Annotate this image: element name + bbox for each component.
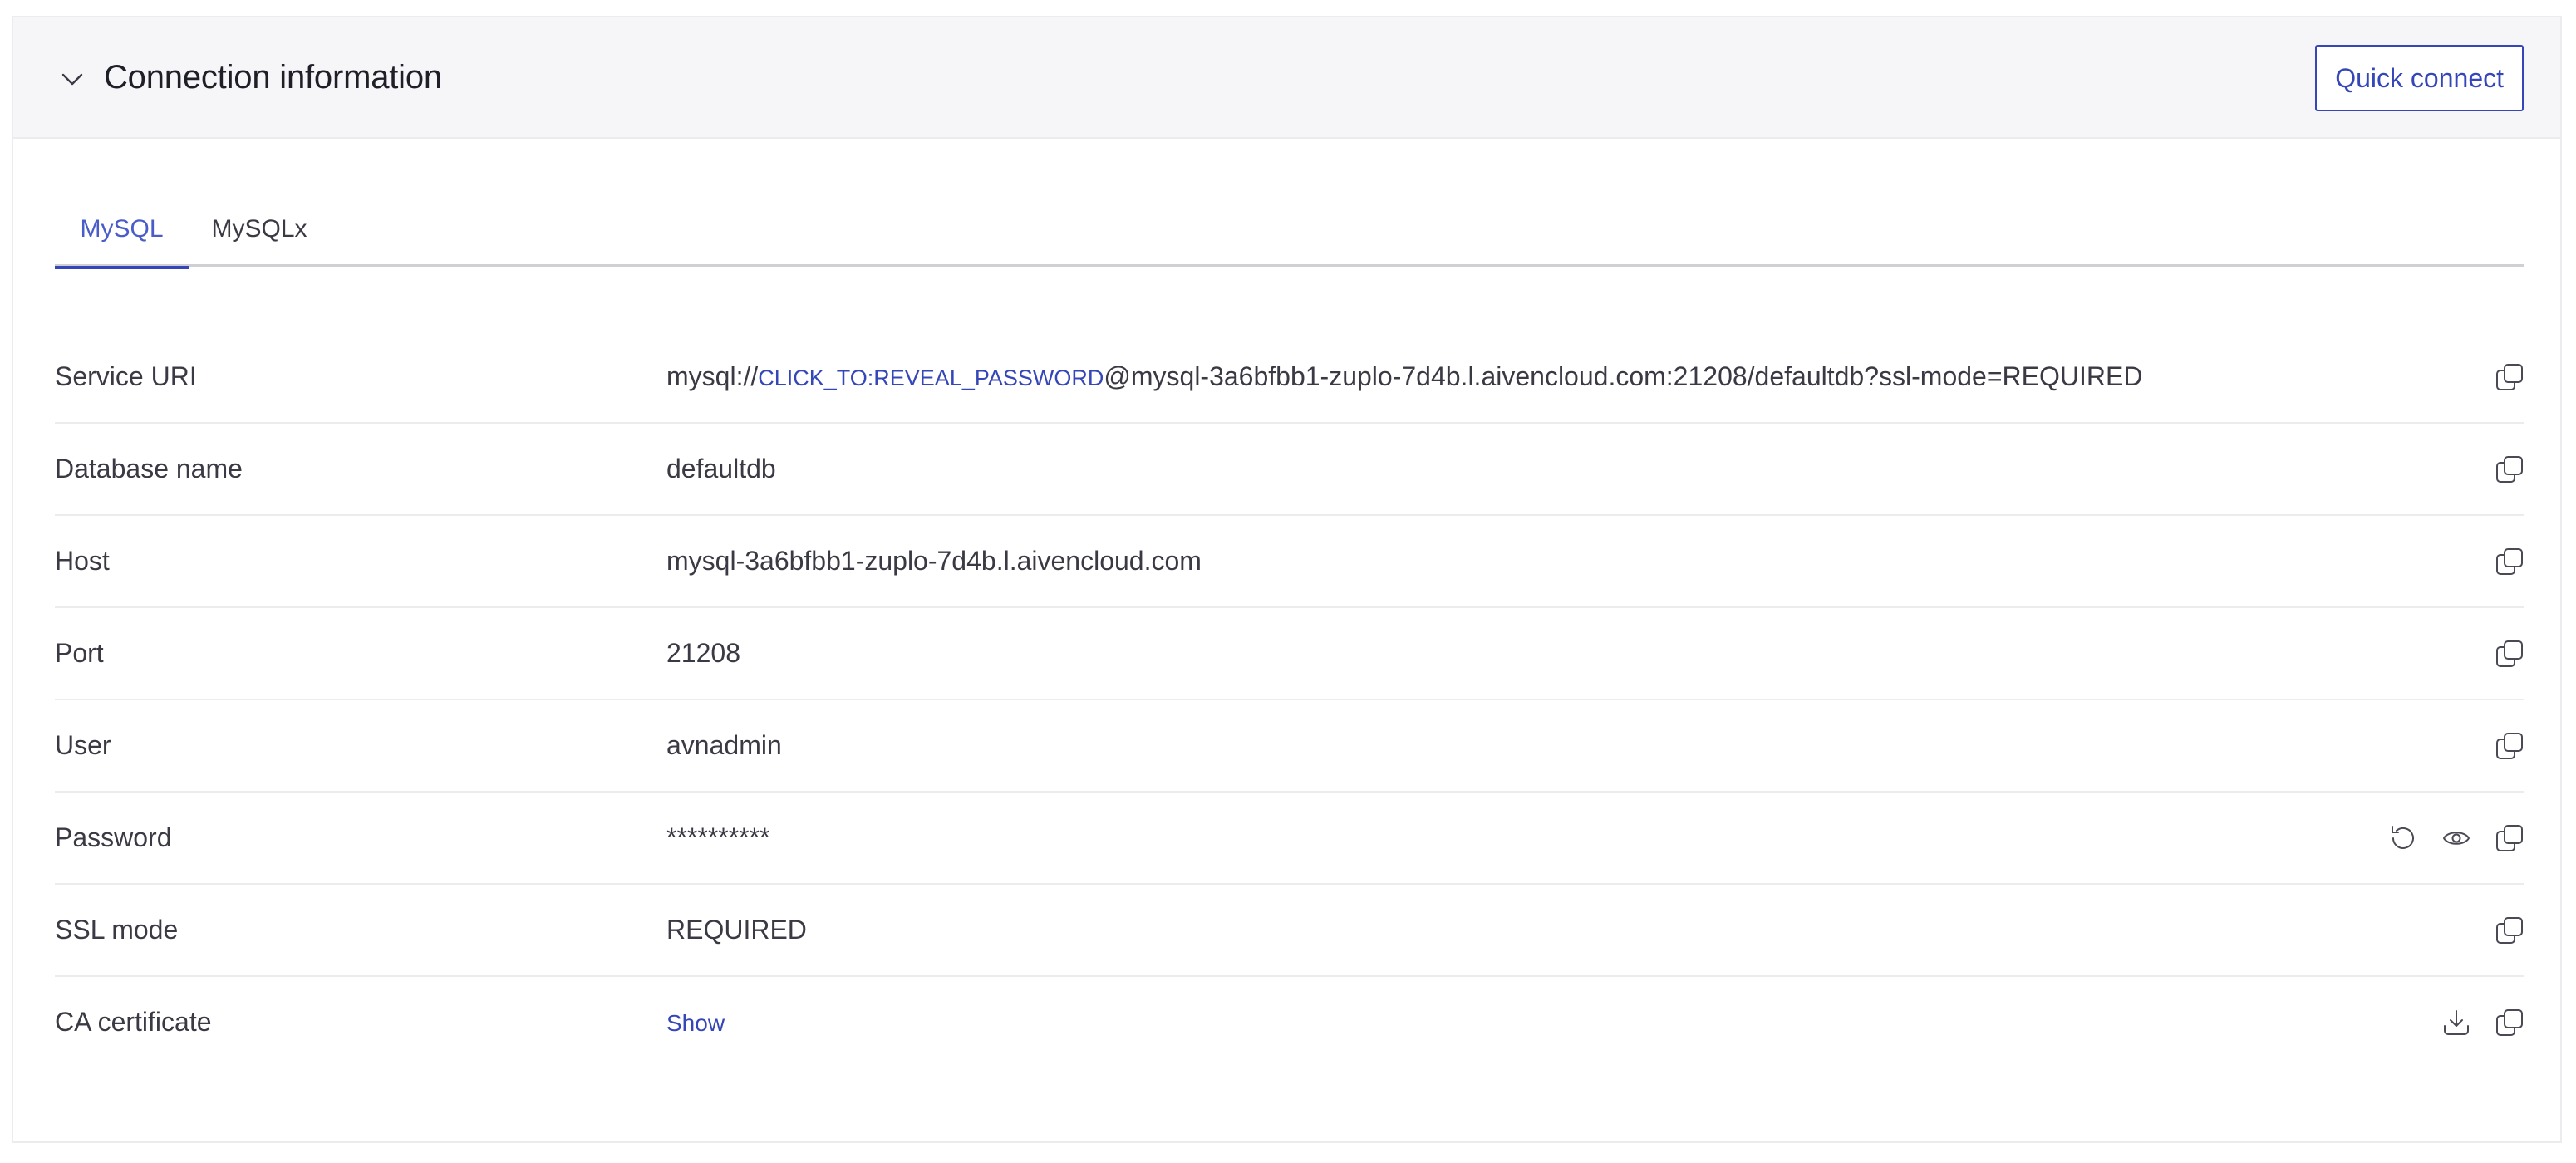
quick-connect-button[interactable]: Quick connect (2315, 45, 2524, 111)
copy-icon[interactable] (2495, 731, 2524, 761)
row-ssl-mode: SSL mode REQUIRED (55, 885, 2524, 977)
uri-prefix: mysql:// (666, 361, 759, 391)
row-actions (2495, 885, 2524, 975)
row-label: Host (55, 546, 110, 576)
copy-icon[interactable] (2495, 362, 2524, 392)
service-uri-value: mysql://CLICK_TO:REVEAL_PASSWORD@mysql-3… (666, 331, 2142, 424)
connection-details-list: Service URI mysql://CLICK_TO:REVEAL_PASS… (55, 331, 2524, 1069)
row-actions (2495, 608, 2524, 699)
reveal-password-link[interactable]: CLICK_TO:REVEAL_PASSWORD (758, 366, 1104, 390)
database-name-value: defaultdb (666, 454, 776, 483)
row-port: Port 21208 (55, 608, 2524, 700)
row-label: Port (55, 638, 104, 668)
row-password: Password ********** (55, 793, 2524, 885)
row-database-name: Database name defaultdb (55, 424, 2524, 516)
row-ca-certificate: CA certificate Show (55, 977, 2524, 1069)
copy-icon[interactable] (2495, 915, 2524, 945)
row-actions (2495, 700, 2524, 791)
row-actions (2388, 793, 2524, 883)
row-actions (2441, 977, 2524, 1067)
copy-icon[interactable] (2495, 823, 2524, 853)
tab-bar: MySQL MySQLx (55, 196, 2524, 269)
copy-icon[interactable] (2495, 454, 2524, 484)
chevron-down-icon[interactable] (60, 67, 85, 92)
show-certificate-link[interactable]: Show (666, 1010, 725, 1036)
host-value: mysql-3a6bfbb1-zuplo-7d4b.l.aivencloud.c… (666, 546, 1202, 576)
ca-certificate-value: Show (666, 977, 725, 1068)
row-label: Password (55, 822, 172, 852)
ssl-mode-value: REQUIRED (666, 915, 807, 945)
row-label: CA certificate (55, 1007, 212, 1037)
copy-icon[interactable] (2495, 1008, 2524, 1038)
port-value: 21208 (666, 638, 740, 668)
row-actions (2495, 424, 2524, 514)
row-service-uri: Service URI mysql://CLICK_TO:REVEAL_PASS… (55, 331, 2524, 424)
row-actions (2495, 516, 2524, 606)
tab-mysqlx[interactable]: MySQLx (189, 196, 330, 267)
row-label: Service URI (55, 361, 197, 391)
user-value: avnadmin (666, 730, 782, 760)
tab-mysql[interactable]: MySQL (55, 196, 189, 269)
uri-suffix: @mysql-3a6bfbb1-zuplo-7d4b.l.aivencloud.… (1104, 361, 2143, 391)
row-label: Database name (55, 454, 243, 483)
connection-info-panel: Connection information Quick connect MyS… (12, 16, 2562, 1143)
reset-icon[interactable] (2388, 823, 2418, 853)
download-icon[interactable] (2441, 1008, 2471, 1038)
row-user: User avnadmin (55, 700, 2524, 793)
panel-title: Connection information (104, 59, 442, 96)
copy-icon[interactable] (2495, 547, 2524, 577)
panel-header[interactable]: Connection information Quick connect (13, 17, 2560, 139)
row-host: Host mysql-3a6bfbb1-zuplo-7d4b.l.aivencl… (55, 516, 2524, 608)
row-actions (2495, 331, 2524, 422)
eye-icon[interactable] (2441, 823, 2471, 853)
copy-icon[interactable] (2495, 639, 2524, 669)
row-label: SSL mode (55, 915, 179, 945)
password-value: ********** (666, 822, 770, 852)
row-label: User (55, 730, 111, 760)
